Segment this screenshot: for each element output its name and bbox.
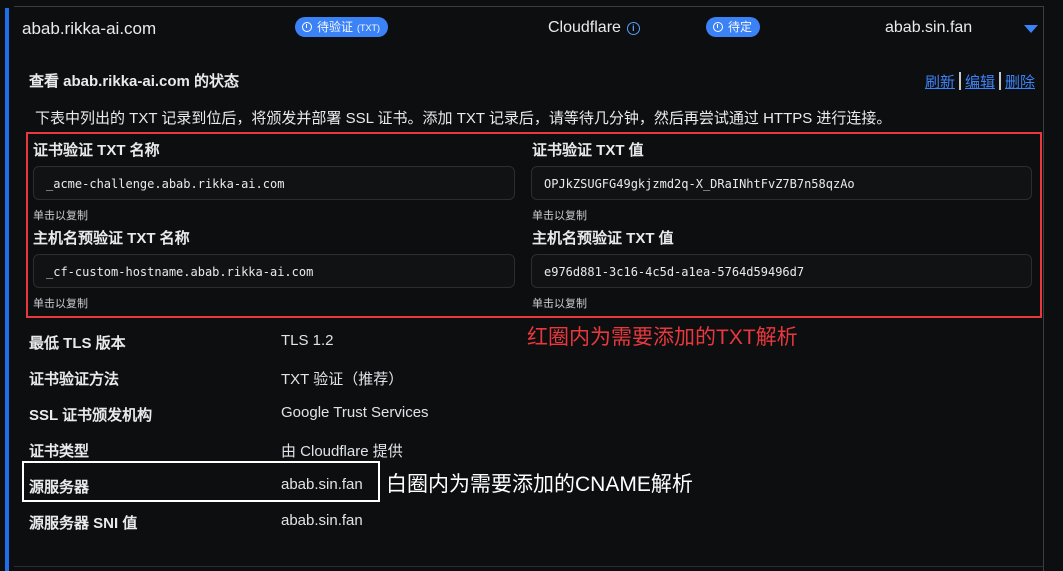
detail-label: 源服务器 SNI 值 xyxy=(29,515,138,532)
cert-txt-value-label: 证书验证 TXT 值 xyxy=(532,142,644,159)
cert-txt-name-field[interactable]: _acme-challenge.abab.rikka-ai.com xyxy=(33,166,515,200)
provider-label: Cloudflare xyxy=(548,19,621,36)
host-txt-name-label: 主机名预验证 TXT 名称 xyxy=(33,230,190,247)
copy-hint: 单击以复制 xyxy=(532,210,587,222)
refresh-link[interactable]: 刷新 xyxy=(925,74,955,91)
cert-txt-name-label: 证书验证 TXT 名称 xyxy=(33,142,160,159)
cname-highlight xyxy=(22,461,380,502)
info-icon[interactable]: i xyxy=(626,22,640,35)
hostname-domain: abab.rikka-ai.com xyxy=(22,19,157,38)
detail-value: TXT 验证（推荐） xyxy=(281,371,404,388)
clock-icon xyxy=(302,22,312,32)
action-divider xyxy=(958,72,961,90)
detail-label: 证书验证方法 xyxy=(29,371,120,388)
chevron-down-icon[interactable] xyxy=(1024,25,1038,33)
copy-hint: 单击以复制 xyxy=(532,298,587,310)
status-actions: 刷新 编辑 删除 xyxy=(925,71,1035,92)
status-title: 查看 abab.rikka-ai.com 的状态 xyxy=(29,73,240,90)
hostname-row[interactable]: abab.rikka-ai.com 待验证 (TXT) Cloudflare i 待… xyxy=(14,7,1043,49)
copy-hint: 单击以复制 xyxy=(33,298,88,310)
edit-link[interactable]: 编辑 xyxy=(965,74,995,91)
detail-value: 由 Cloudflare 提供 xyxy=(281,443,403,460)
origin-target: abab.sin.fan xyxy=(885,19,973,36)
detail-value: Google Trust Services xyxy=(281,404,429,421)
detail-value: TLS 1.2 xyxy=(281,332,334,349)
verify-status-badge: 待验证 (TXT) xyxy=(295,17,389,37)
detail-label: 证书类型 xyxy=(29,443,90,460)
panel-right-border xyxy=(1043,6,1044,571)
action-divider xyxy=(998,72,1001,90)
delete-link[interactable]: 删除 xyxy=(1005,74,1035,91)
txt-annotation-note: 红圈内为需要添加的TXT解析 xyxy=(527,326,798,349)
pending-status-label: 待定 xyxy=(728,20,753,34)
detail-value: abab.sin.fan xyxy=(281,512,363,529)
clock-icon xyxy=(713,22,723,32)
cert-txt-value-field[interactable]: OPJkZSUGFG49gkjzmd2q-X_DRaINhtFvZ7B7n58q… xyxy=(531,166,1032,200)
cname-annotation-note: 白圈内为需要添加的CNAME解析 xyxy=(386,473,693,496)
verify-status-sub: (TXT) xyxy=(357,23,381,33)
host-txt-value-field[interactable]: e976d881-3c16-4c5d-a1ea-5764d59496d7 xyxy=(531,254,1032,288)
panel-bottom-border xyxy=(14,566,1043,567)
detail-label: 最低 TLS 版本 xyxy=(29,335,126,352)
host-txt-value-label: 主机名预验证 TXT 值 xyxy=(532,230,674,247)
host-txt-name-field[interactable]: _cf-custom-hostname.abab.rikka-ai.com xyxy=(33,254,515,288)
pending-status-badge: 待定 xyxy=(706,17,761,37)
certificate-provider: Cloudflare i xyxy=(548,19,640,37)
verify-status-label: 待验证 xyxy=(317,20,354,34)
selected-row-accent xyxy=(5,8,9,571)
copy-hint: 单击以复制 xyxy=(33,210,88,222)
custom-hostname-panel: abab.rikka-ai.com 待验证 (TXT) Cloudflare i 待… xyxy=(0,0,1063,571)
status-description: 下表中列出的 TXT 记录到位后，将颁发并部署 SSL 证书。添加 TXT 记录… xyxy=(35,110,892,127)
detail-label: SSL 证书颁发机构 xyxy=(29,407,153,424)
